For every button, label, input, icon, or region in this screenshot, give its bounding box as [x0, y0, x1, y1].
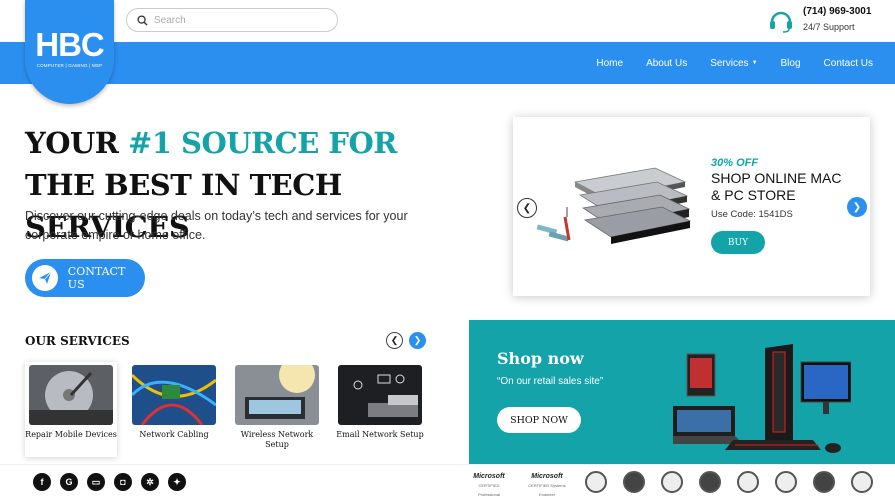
ms-badge-1-text: Microsoft — [473, 473, 505, 480]
microsoft-badge-1: Microsoft CERTIFIED Professional — [469, 472, 509, 496]
service-label: Email Network Setup — [336, 430, 424, 439]
service-card-email[interactable]: Email Network Setup — [334, 362, 426, 457]
promo-code: Use Code: 1541DS — [711, 209, 793, 220]
network-cable-image — [132, 365, 216, 425]
contact-us-label: CONTACT US — [67, 265, 126, 291]
chevron-left-icon: ❮ — [522, 202, 532, 214]
paper-plane-icon — [32, 265, 58, 291]
ms-badge-2-sub: CERTIFIED Systems Engineer — [528, 483, 566, 496]
shop-now-banner: Shop now “On our retail sales site” SHOP… — [469, 320, 895, 464]
cert-badge-icon — [813, 471, 835, 493]
services-title: OUR SERVICES — [25, 334, 130, 348]
top-bar: (714) 969-3001 24/7 Support — [0, 0, 895, 42]
chat-icon[interactable]: ▭ — [87, 473, 105, 491]
services-prev-button[interactable]: ❮ — [386, 332, 403, 349]
hero-title-part1: YOUR — [25, 126, 128, 160]
twitter-icon[interactable]: ✦ — [168, 473, 186, 491]
ms-badge-2-text: Microsoft — [531, 473, 563, 480]
wireless-network-image — [235, 365, 319, 425]
instagram-icon[interactable]: ◘ — [114, 473, 132, 491]
support-label: 24/7 Support — [803, 22, 855, 32]
cert-badge-icon — [775, 471, 797, 493]
footer: f G ▭ ◘ ✲ ✦ Microsoft CERTIFIED Professio… — [0, 464, 895, 496]
hard-drive-image — [29, 365, 113, 425]
shop-title: Shop now — [497, 349, 584, 368]
hero-title-accent: #1 SOURCE FOR — [127, 126, 397, 160]
buy-button[interactable]: BUY — [711, 231, 765, 254]
cert-badge-icon — [661, 471, 683, 493]
headset-icon — [770, 11, 792, 33]
yelp-icon[interactable]: ✲ — [141, 473, 159, 491]
service-label: Repair Mobile Devices — [25, 430, 117, 439]
cert-badge-icon — [585, 471, 607, 493]
ms-badge-1-sub: CERTIFIED Professional — [477, 483, 500, 496]
search-icon — [137, 14, 148, 26]
service-card-cabling[interactable]: Network Cabling — [128, 362, 220, 457]
social-links: f G ▭ ◘ ✲ ✦ — [33, 473, 195, 491]
services-next-button[interactable]: ❯ — [409, 332, 426, 349]
service-label: Network Cabling — [139, 430, 209, 439]
contact-us-button[interactable]: CONTACT US — [25, 259, 145, 297]
promo-prev-button[interactable]: ❮ — [517, 198, 537, 218]
promo-headline: SHOP ONLINE MAC & PC STORE — [711, 170, 842, 203]
service-label: Wireless Network Setup — [240, 430, 314, 449]
support-contact: (714) 969-3001 24/7 Support — [768, 6, 871, 34]
google-icon[interactable]: G — [60, 473, 78, 491]
microsoft-badge-2: Microsoft CERTIFIED Systems Engineer — [527, 472, 567, 496]
cert-badge-icon — [851, 471, 873, 493]
chevron-right-icon: ❯ — [413, 335, 422, 345]
chevron-left-icon: ❮ — [390, 335, 399, 345]
laptop-stack-image — [536, 167, 692, 244]
caret-down-icon: ▼ — [751, 60, 758, 66]
nav-home[interactable]: Home — [596, 58, 623, 69]
promo-slider: ❮ 30% OFF SHOP ONLINE MAC & PC STORE Use… — [513, 117, 870, 296]
site-logo[interactable]: HBC COMPUTER | GAMING | MSP — [25, 0, 114, 104]
shop-subtitle: “On our retail sales site” — [497, 376, 604, 387]
promo-discount: 30% OFF — [711, 157, 759, 169]
search-box[interactable] — [126, 8, 338, 32]
logo-tagline: COMPUTER | GAMING | MSP — [36, 63, 103, 68]
cert-badge-icon — [623, 471, 645, 493]
service-card-wireless[interactable]: Wireless Network Setup — [231, 362, 323, 457]
nav-contact-us[interactable]: Contact Us — [824, 58, 873, 69]
nav-bar: Home About Us Services ▼ Blog Contact Us — [0, 42, 895, 84]
nav-services-label: Services — [710, 57, 749, 69]
cert-badge-icon — [699, 471, 721, 493]
main-nav: Home About Us Services ▼ Blog Contact Us — [573, 42, 873, 84]
service-card-repair[interactable]: Repair Mobile Devices — [25, 362, 117, 457]
nav-about-us[interactable]: About Us — [646, 58, 687, 69]
email-network-image — [338, 365, 422, 425]
promo-next-button[interactable]: ❯ — [847, 197, 867, 217]
search-input[interactable] — [154, 14, 324, 26]
certification-badges: Microsoft CERTIFIED Professional Microsof… — [469, 471, 873, 496]
computers-image — [673, 344, 851, 453]
support-phone[interactable]: (714) 969-3001 — [803, 6, 871, 17]
facebook-icon[interactable]: f — [33, 473, 51, 491]
cert-badge-icon — [737, 471, 759, 493]
chevron-right-icon: ❯ — [852, 201, 862, 213]
nav-blog[interactable]: Blog — [781, 58, 801, 69]
logo-text: HBC — [35, 26, 105, 63]
nav-services[interactable]: Services ▼ — [710, 58, 757, 69]
hero-description: Discover our cutting-edge deals on today… — [25, 209, 408, 242]
shop-now-button[interactable]: SHOP NOW — [497, 407, 581, 433]
